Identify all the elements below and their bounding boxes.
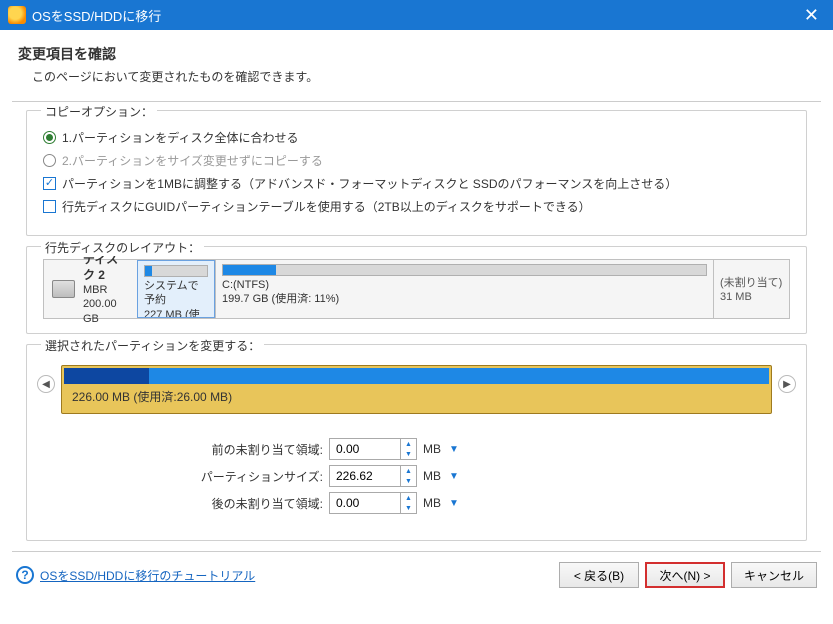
partition-label: システムで予約: [144, 279, 208, 308]
page-header: 変更項目を確認 このページにおいて変更されたものを確認できます。: [0, 30, 833, 95]
checkbox-icon: [43, 200, 56, 213]
unit: MB: [423, 442, 441, 456]
row-partition-size: パーティションサイズ: ▲▼ MB ▼: [183, 465, 790, 487]
unit: MB: [423, 469, 441, 483]
close-icon[interactable]: ✕: [798, 5, 825, 26]
page-title: 変更項目を確認: [18, 44, 815, 64]
back-button[interactable]: < 戻る(B): [559, 562, 639, 588]
spinner[interactable]: ▲▼: [400, 493, 416, 513]
modify-partition-group: 選択されたパーティションを変更する： ◀ 226.00 MB (使用済:26.0…: [26, 344, 807, 541]
option-use-guid[interactable]: 行先ディスクにGUIDパーティションテーブルを使用する（2TB以上のディスクをサ…: [43, 198, 790, 215]
unit-dropdown[interactable]: ▼: [449, 444, 459, 455]
input[interactable]: [330, 439, 400, 459]
page-subtitle: このページにおいて変更されたものを確認できます。: [18, 68, 815, 85]
cancel-button[interactable]: キャンセル: [731, 562, 817, 588]
tutorial-link[interactable]: OSをSSD/HDDに移行のチュートリアル: [40, 567, 255, 584]
space-after-input[interactable]: ▲▼: [329, 492, 417, 514]
window-title: OSをSSD/HDDに移行: [32, 6, 798, 25]
partition-bar-label: 226.00 MB (使用済:26.00 MB): [62, 386, 771, 407]
spinner[interactable]: ▲▼: [400, 439, 416, 459]
chevron-down-icon[interactable]: ▼: [401, 503, 416, 513]
copy-options-group: コピーオプション： 1.パーティションをディスク全体に合わせる 2.パーティショ…: [26, 110, 807, 236]
partition-block[interactable]: システムで予約227 MB (使: [137, 260, 215, 318]
modify-legend: 選択されたパーティションを変更する：: [41, 337, 264, 354]
usage-bar: [144, 265, 208, 277]
spinner[interactable]: ▲▼: [400, 466, 416, 486]
title-bar: OSをSSD/HDDに移行 ✕: [0, 0, 833, 30]
partition-sub: 31 MB: [720, 290, 783, 304]
option-label: 行先ディスクにGUIDパーティションテーブルを使用する（2TB以上のディスクをサ…: [62, 198, 591, 215]
chevron-down-icon[interactable]: ▼: [401, 449, 416, 459]
label: 後の未割り当て領域:: [183, 495, 323, 512]
usage-bar: [222, 264, 707, 276]
size-controls: 前の未割り当て領域: ▲▼ MB ▼ パーティションサイズ: ▲▼ MB ▼ 後…: [183, 438, 790, 514]
partition-label: C:(NTFS): [222, 278, 707, 292]
partition-sub: 199.7 GB (使用済: 11%): [222, 292, 707, 306]
label: 前の未割り当て領域:: [183, 441, 323, 458]
unit-dropdown[interactable]: ▼: [449, 498, 459, 509]
space-before-input[interactable]: ▲▼: [329, 438, 417, 460]
unit: MB: [423, 496, 441, 510]
option-label: 2.パーティションをサイズ変更せずにコピーする: [62, 152, 323, 169]
prev-partition-button[interactable]: ◀: [37, 375, 55, 393]
input[interactable]: [330, 466, 400, 486]
radio-icon: [43, 154, 56, 167]
input[interactable]: [330, 493, 400, 513]
copy-options-legend: コピーオプション：: [41, 103, 157, 120]
partition-bar: [64, 368, 769, 384]
disk-text: ディスク 2 MBR 200.00 GB: [83, 252, 129, 326]
app-icon: [8, 6, 26, 24]
help-icon[interactable]: ?: [16, 566, 34, 584]
disk-layout: ディスク 2 MBR 200.00 GB システムで予約227 MB (使C:(…: [43, 259, 790, 319]
row-space-after: 後の未割り当て領域: ▲▼ MB ▼: [183, 492, 790, 514]
dest-layout-legend: 行先ディスクのレイアウト：: [41, 239, 204, 256]
disk-size: 200.00 GB: [83, 298, 117, 324]
option-label: パーティションを1MBに調整する（アドバンスド・フォーマットディスクと SSDの…: [62, 175, 677, 192]
partition-used-fill: [64, 368, 149, 384]
next-button[interactable]: 次へ(N) >: [645, 562, 725, 588]
chevron-up-icon[interactable]: ▲: [401, 466, 416, 476]
partition-block[interactable]: (未割り当て)31 MB: [713, 260, 789, 318]
checkbox-icon: [43, 177, 56, 190]
row-space-before: 前の未割り当て領域: ▲▼ MB ▼: [183, 438, 790, 460]
footer: ? OSをSSD/HDDに移行のチュートリアル < 戻る(B) 次へ(N) > …: [0, 552, 833, 598]
chevron-up-icon[interactable]: ▲: [401, 439, 416, 449]
dest-layout-group: 行先ディスクのレイアウト： ディスク 2 MBR 200.00 GB システムで…: [26, 246, 807, 334]
option-no-resize[interactable]: 2.パーティションをサイズ変更せずにコピーする: [43, 152, 790, 169]
partition-block[interactable]: C:(NTFS)199.7 GB (使用済: 11%): [215, 260, 713, 318]
radio-icon: [43, 131, 56, 144]
option-label: 1.パーティションをディスク全体に合わせる: [62, 129, 298, 146]
disk-icon: [52, 280, 75, 298]
partition-slider[interactable]: 226.00 MB (使用済:26.00 MB): [61, 365, 772, 414]
partition-size-input[interactable]: ▲▼: [329, 465, 417, 487]
option-fit-disk[interactable]: 1.パーティションをディスク全体に合わせる: [43, 129, 790, 146]
partition-label: (未割り当て): [720, 276, 783, 290]
disk-name: ディスク 2: [83, 252, 118, 282]
label: パーティションサイズ:: [183, 468, 323, 485]
disk-info: ディスク 2 MBR 200.00 GB: [44, 260, 137, 318]
option-align-1mb[interactable]: パーティションを1MBに調整する（アドバンスド・フォーマットディスクと SSDの…: [43, 175, 790, 192]
partition-sub: 227 MB (使: [144, 308, 208, 318]
unit-dropdown[interactable]: ▼: [449, 471, 459, 482]
partition-slider-area: ◀ 226.00 MB (使用済:26.00 MB) ▶: [43, 357, 790, 422]
chevron-down-icon[interactable]: ▼: [401, 476, 416, 486]
chevron-up-icon[interactable]: ▲: [401, 493, 416, 503]
next-partition-button[interactable]: ▶: [778, 375, 796, 393]
disk-scheme: MBR: [83, 284, 107, 296]
partitions: システムで予約227 MB (使C:(NTFS)199.7 GB (使用済: 1…: [137, 260, 789, 318]
